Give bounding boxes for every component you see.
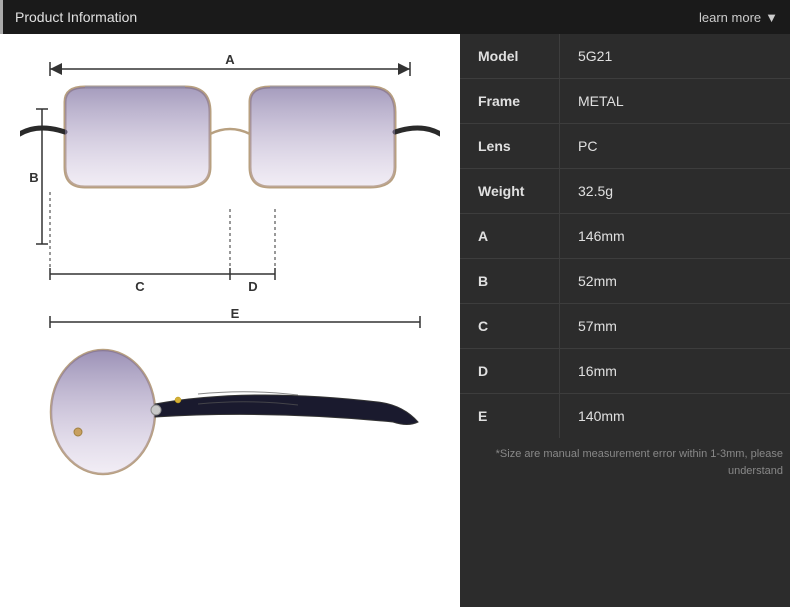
spec-row: D 16mm	[460, 349, 790, 394]
spec-row: A 146mm	[460, 214, 790, 259]
spec-row: Lens PC	[460, 124, 790, 169]
spec-value: 32.5g	[560, 169, 790, 213]
side-diagram-svg: E	[20, 304, 440, 514]
spec-value: 146mm	[560, 214, 790, 258]
learn-more-link[interactable]: learn more ▼	[699, 10, 778, 25]
main-content: A B	[0, 34, 790, 607]
spec-table: Model 5G21 Frame METAL Lens PC Weight 32…	[460, 34, 790, 438]
spec-label: A	[460, 214, 560, 258]
spec-label: E	[460, 394, 560, 438]
spec-label: Lens	[460, 124, 560, 168]
spec-label: B	[460, 259, 560, 303]
spec-value: 5G21	[560, 34, 790, 78]
svg-text:B: B	[29, 170, 38, 185]
side-diagram: E	[20, 304, 440, 524]
spec-value: METAL	[560, 79, 790, 123]
measurement-note: *Size are manual measurement error withi…	[460, 438, 790, 487]
spec-row: C 57mm	[460, 304, 790, 349]
svg-text:D: D	[248, 279, 257, 294]
spec-label: C	[460, 304, 560, 348]
spec-value: PC	[560, 124, 790, 168]
spec-value: 140mm	[560, 394, 790, 438]
front-diagram: A B	[20, 44, 440, 304]
svg-text:E: E	[231, 306, 240, 321]
spec-label: Frame	[460, 79, 560, 123]
svg-text:C: C	[135, 279, 145, 294]
spec-value: 52mm	[560, 259, 790, 303]
spec-value: 16mm	[560, 349, 790, 393]
spec-label: Weight	[460, 169, 560, 213]
spec-label: D	[460, 349, 560, 393]
specs-panel: Model 5G21 Frame METAL Lens PC Weight 32…	[460, 34, 790, 607]
front-diagram-svg: A B	[20, 44, 440, 304]
spec-value: 57mm	[560, 304, 790, 348]
page-header: Product Information learn more ▼	[0, 0, 790, 34]
svg-text:A: A	[225, 52, 235, 67]
spec-label: Model	[460, 34, 560, 78]
spec-row: Frame METAL	[460, 79, 790, 124]
product-diagram-panel: A B	[0, 34, 460, 607]
spec-row: B 52mm	[460, 259, 790, 304]
spec-row: E 140mm	[460, 394, 790, 438]
page-title: Product Information	[15, 9, 137, 25]
spec-row: Weight 32.5g	[460, 169, 790, 214]
spec-row: Model 5G21	[460, 34, 790, 79]
